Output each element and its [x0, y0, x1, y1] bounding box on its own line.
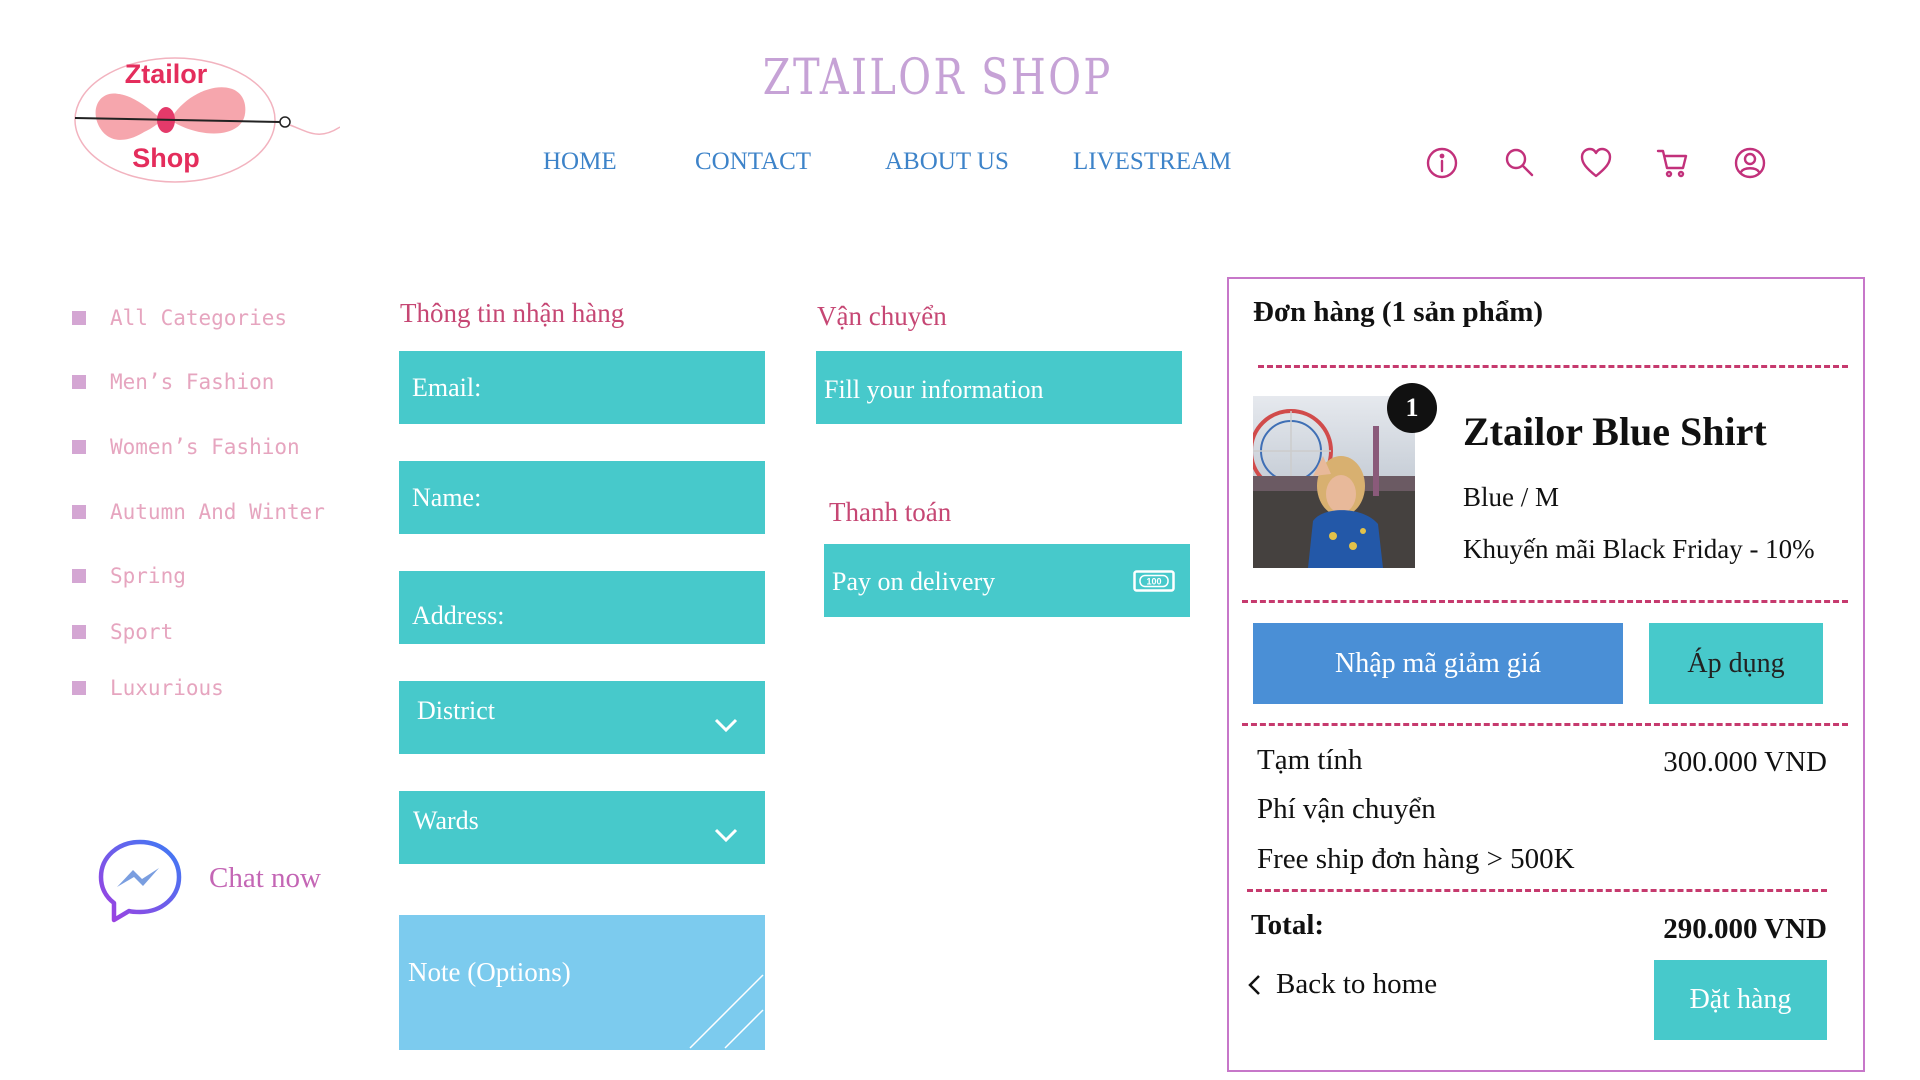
chat-now-link[interactable]: Chat now: [209, 862, 321, 895]
bullet-square-icon: [72, 681, 86, 695]
note-textarea[interactable]: Note (Options): [399, 915, 765, 1050]
divider: [1247, 889, 1827, 892]
bullet-square-icon: [72, 569, 86, 583]
payment-method-label: Pay on delivery: [832, 566, 996, 596]
category-luxurious[interactable]: Luxurious: [72, 676, 224, 700]
messenger-icon[interactable]: [95, 836, 185, 926]
category-label: All Categories: [110, 306, 288, 330]
subtotal-label: Tạm tính: [1257, 744, 1363, 776]
divider: [1242, 600, 1848, 603]
divider: [1258, 365, 1848, 368]
note-placeholder: Note (Options): [408, 957, 571, 987]
chevron-down-icon: [714, 828, 738, 843]
quantity-badge: 1: [1387, 383, 1437, 433]
bullet-square-icon: [72, 440, 86, 454]
nav-about-us[interactable]: ABOUT US: [885, 148, 1009, 176]
category-spring[interactable]: Spring: [72, 564, 186, 588]
category-label: Luxurious: [110, 676, 224, 700]
cash-icon: 100: [1133, 569, 1175, 592]
cash-icon-text: 100: [1146, 577, 1161, 587]
district-label: District: [417, 695, 495, 725]
back-to-home-label: Back to home: [1276, 968, 1438, 1000]
wards-select[interactable]: Wards: [399, 791, 765, 864]
bullet-square-icon: [72, 311, 86, 325]
wards-label: Wards: [413, 805, 479, 835]
delivery-info-field[interactable]: Fill your information: [816, 351, 1182, 424]
total-value: 290.000 VND: [1663, 913, 1827, 945]
site-title: ZTAILOR SHOP: [0, 48, 1920, 106]
search-icon[interactable]: [1501, 145, 1537, 181]
product-promo: Khuyến mãi Black Friday - 10%: [1463, 534, 1815, 564]
category-sport[interactable]: Sport: [72, 620, 173, 644]
divider: [1242, 723, 1848, 726]
address-placeholder: Address:: [412, 600, 505, 630]
shipping-fee-label: Phí vận chuyển: [1257, 793, 1436, 825]
district-select[interactable]: District: [399, 681, 765, 754]
category-autumn-winter[interactable]: Autumn And Winter: [72, 500, 325, 524]
logo-text-line2: Shop: [132, 143, 200, 173]
name-placeholder: Name:: [412, 482, 482, 512]
category-mens-fashion[interactable]: Men’s Fashion: [72, 370, 274, 394]
name-field[interactable]: Name:: [399, 461, 765, 534]
place-order-button[interactable]: Đặt hàng: [1654, 960, 1827, 1040]
total-label: Total:: [1251, 909, 1325, 941]
category-label: Autumn And Winter: [110, 500, 325, 524]
freeship-note: Free ship đơn hàng > 500K: [1257, 843, 1575, 875]
site-title-text: ZTAILOR SHOP: [762, 48, 1113, 106]
delivery-title: Vận chuyển: [817, 301, 947, 331]
bullet-square-icon: [72, 505, 86, 519]
address-field[interactable]: Address:: [399, 571, 765, 644]
apply-discount-button[interactable]: Áp dụng: [1649, 623, 1823, 704]
payment-title: Thanh toán: [829, 497, 952, 527]
shipping-info-title: Thông tin nhận hàng: [400, 298, 625, 328]
category-label: Men’s Fashion: [110, 370, 275, 394]
back-to-home-link[interactable]: Back to home: [1246, 968, 1437, 1001]
chevron-down-icon: [714, 718, 738, 733]
bullet-square-icon: [72, 375, 86, 389]
subtotal-value: 300.000 VND: [1663, 746, 1827, 778]
category-womens-fashion[interactable]: Women’s Fashion: [72, 435, 300, 459]
category-label: Women’s Fashion: [110, 435, 300, 459]
nav-livestream[interactable]: LIVESTREAM: [1073, 148, 1231, 176]
order-title: Đơn hàng (1 sản phẩm): [1253, 296, 1544, 328]
category-label: Sport: [110, 620, 174, 644]
nav-home[interactable]: HOME: [543, 148, 617, 176]
category-label: Spring: [110, 564, 186, 588]
discount-code-button[interactable]: Nhập mã giảm giá: [1253, 623, 1623, 704]
category-all[interactable]: All Categories: [72, 306, 287, 330]
heart-icon[interactable]: [1578, 145, 1614, 181]
bullet-square-icon: [72, 625, 86, 639]
payment-method-option[interactable]: Pay on delivery 100: [824, 544, 1190, 617]
user-icon[interactable]: [1732, 145, 1768, 181]
resize-handle-icon[interactable]: [685, 970, 765, 1050]
delivery-placeholder: Fill your information: [824, 374, 1044, 404]
info-icon[interactable]: [1424, 145, 1460, 181]
chevron-left-icon: [1248, 974, 1260, 995]
product-variant: Blue / M: [1463, 482, 1560, 512]
cart-icon[interactable]: [1655, 145, 1691, 181]
nav-contact[interactable]: CONTACT: [695, 148, 811, 176]
product-name: Ztailor Blue Shirt: [1463, 409, 1767, 454]
email-field[interactable]: Email:: [399, 351, 765, 424]
email-placeholder: Email:: [412, 372, 482, 402]
